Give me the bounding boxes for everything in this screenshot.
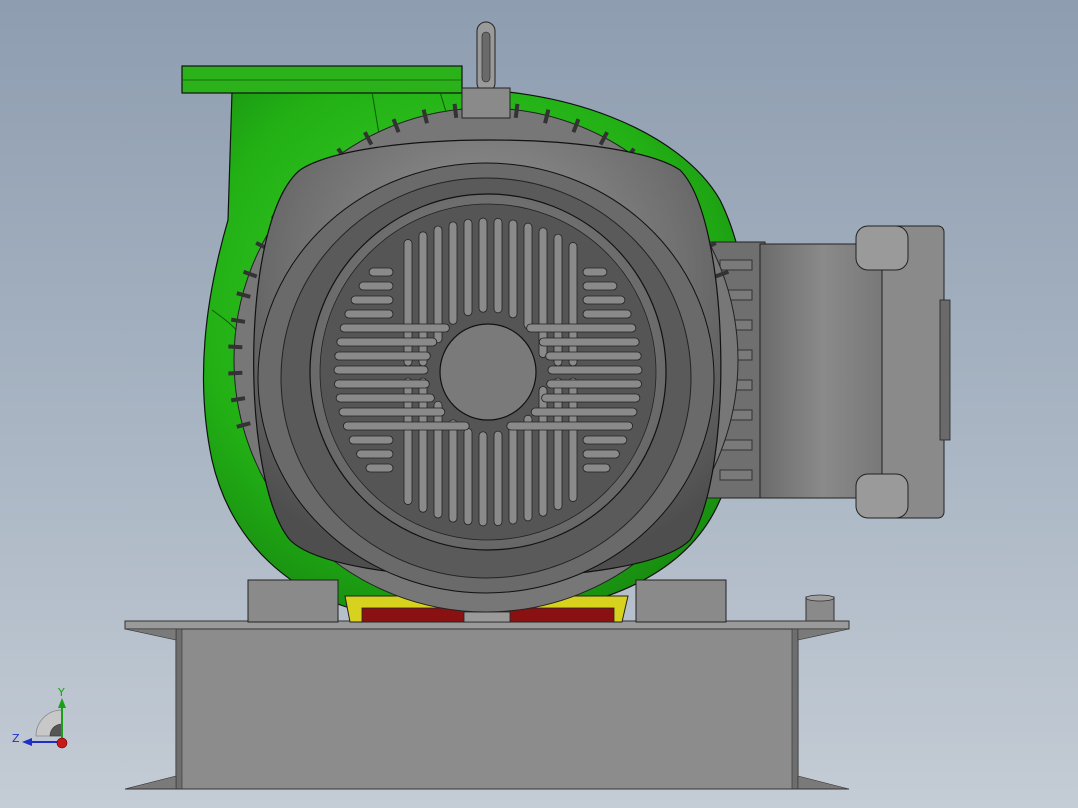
fan-cover-slot bbox=[526, 323, 637, 333]
fan-cover-slot bbox=[334, 379, 430, 389]
fan-cover-slot bbox=[403, 239, 413, 367]
fan-cover-slot bbox=[582, 295, 626, 305]
fan-cover-slot bbox=[523, 414, 533, 522]
fan-cover-slot bbox=[339, 323, 450, 333]
fan-cover-slot bbox=[508, 425, 518, 525]
fan-cover-slot bbox=[568, 242, 578, 367]
fan-cover-slot bbox=[344, 309, 394, 319]
cad-model[interactable] bbox=[0, 0, 1078, 808]
fan-cover-slot bbox=[582, 309, 632, 319]
fan-cover-slot bbox=[538, 386, 548, 517]
coordinate-triad-icon: Y Z bbox=[12, 686, 68, 749]
fan-cover-slot bbox=[582, 449, 620, 459]
fan-cover-slot bbox=[350, 295, 394, 305]
fan-cover-slot bbox=[493, 430, 503, 527]
cooling-fin bbox=[230, 396, 246, 403]
y-axis-label: Y bbox=[57, 686, 65, 699]
fan-cover-slot bbox=[582, 463, 611, 473]
fan-cover-slot bbox=[493, 217, 503, 314]
fan-cover-slot bbox=[546, 379, 642, 389]
cooling-fin bbox=[228, 344, 243, 350]
cooling-fin bbox=[452, 103, 459, 119]
fan-cover-slot bbox=[334, 351, 431, 361]
base-frame bbox=[124, 594, 850, 790]
fan-cover-slot bbox=[541, 393, 641, 403]
fan-cover-slot bbox=[530, 407, 638, 417]
fan-cover-slot bbox=[582, 267, 608, 277]
fan-cover-slot bbox=[582, 281, 618, 291]
fan-cover-slot bbox=[547, 365, 643, 375]
fan-cover-slot bbox=[508, 219, 518, 319]
lifting-eye bbox=[461, 21, 511, 119]
graphics-viewport[interactable]: Y Z bbox=[0, 0, 1078, 808]
fan-cover-slot bbox=[523, 222, 533, 330]
fan-cover-slot bbox=[368, 267, 394, 277]
fan-cover-slot bbox=[463, 218, 473, 317]
fan-cover-slot bbox=[538, 337, 640, 347]
fan-cover-slot bbox=[463, 427, 473, 526]
fan-cover-slot bbox=[338, 407, 446, 417]
fan-cover-slot bbox=[448, 419, 458, 523]
fan-cover-slot bbox=[335, 393, 435, 403]
cooling-fin bbox=[513, 103, 520, 119]
terminal-box bbox=[704, 225, 951, 519]
fan-cover-slot bbox=[336, 337, 438, 347]
fan-cover-slot bbox=[478, 217, 488, 313]
z-axis-label: Z bbox=[12, 732, 20, 745]
fan-cover-slot bbox=[356, 449, 394, 459]
fan-cover-slot bbox=[365, 463, 394, 473]
fan-cover-slot bbox=[348, 435, 394, 445]
fan-cover-slot bbox=[333, 365, 429, 375]
x-axis-point bbox=[56, 737, 68, 749]
fan-cover-slot bbox=[506, 421, 634, 431]
fan-cover-slot bbox=[545, 351, 642, 361]
cooling-fin bbox=[228, 370, 243, 376]
fan-cover-slot bbox=[448, 221, 458, 325]
fan-cover-slot bbox=[478, 431, 488, 527]
fan-cover-slot bbox=[582, 435, 628, 445]
fan-cover-slot bbox=[433, 400, 443, 519]
fan-cover-slot bbox=[358, 281, 394, 291]
fan-cover-slot bbox=[342, 421, 470, 431]
cooling-fin bbox=[230, 317, 246, 324]
fan-cover bbox=[309, 193, 667, 551]
